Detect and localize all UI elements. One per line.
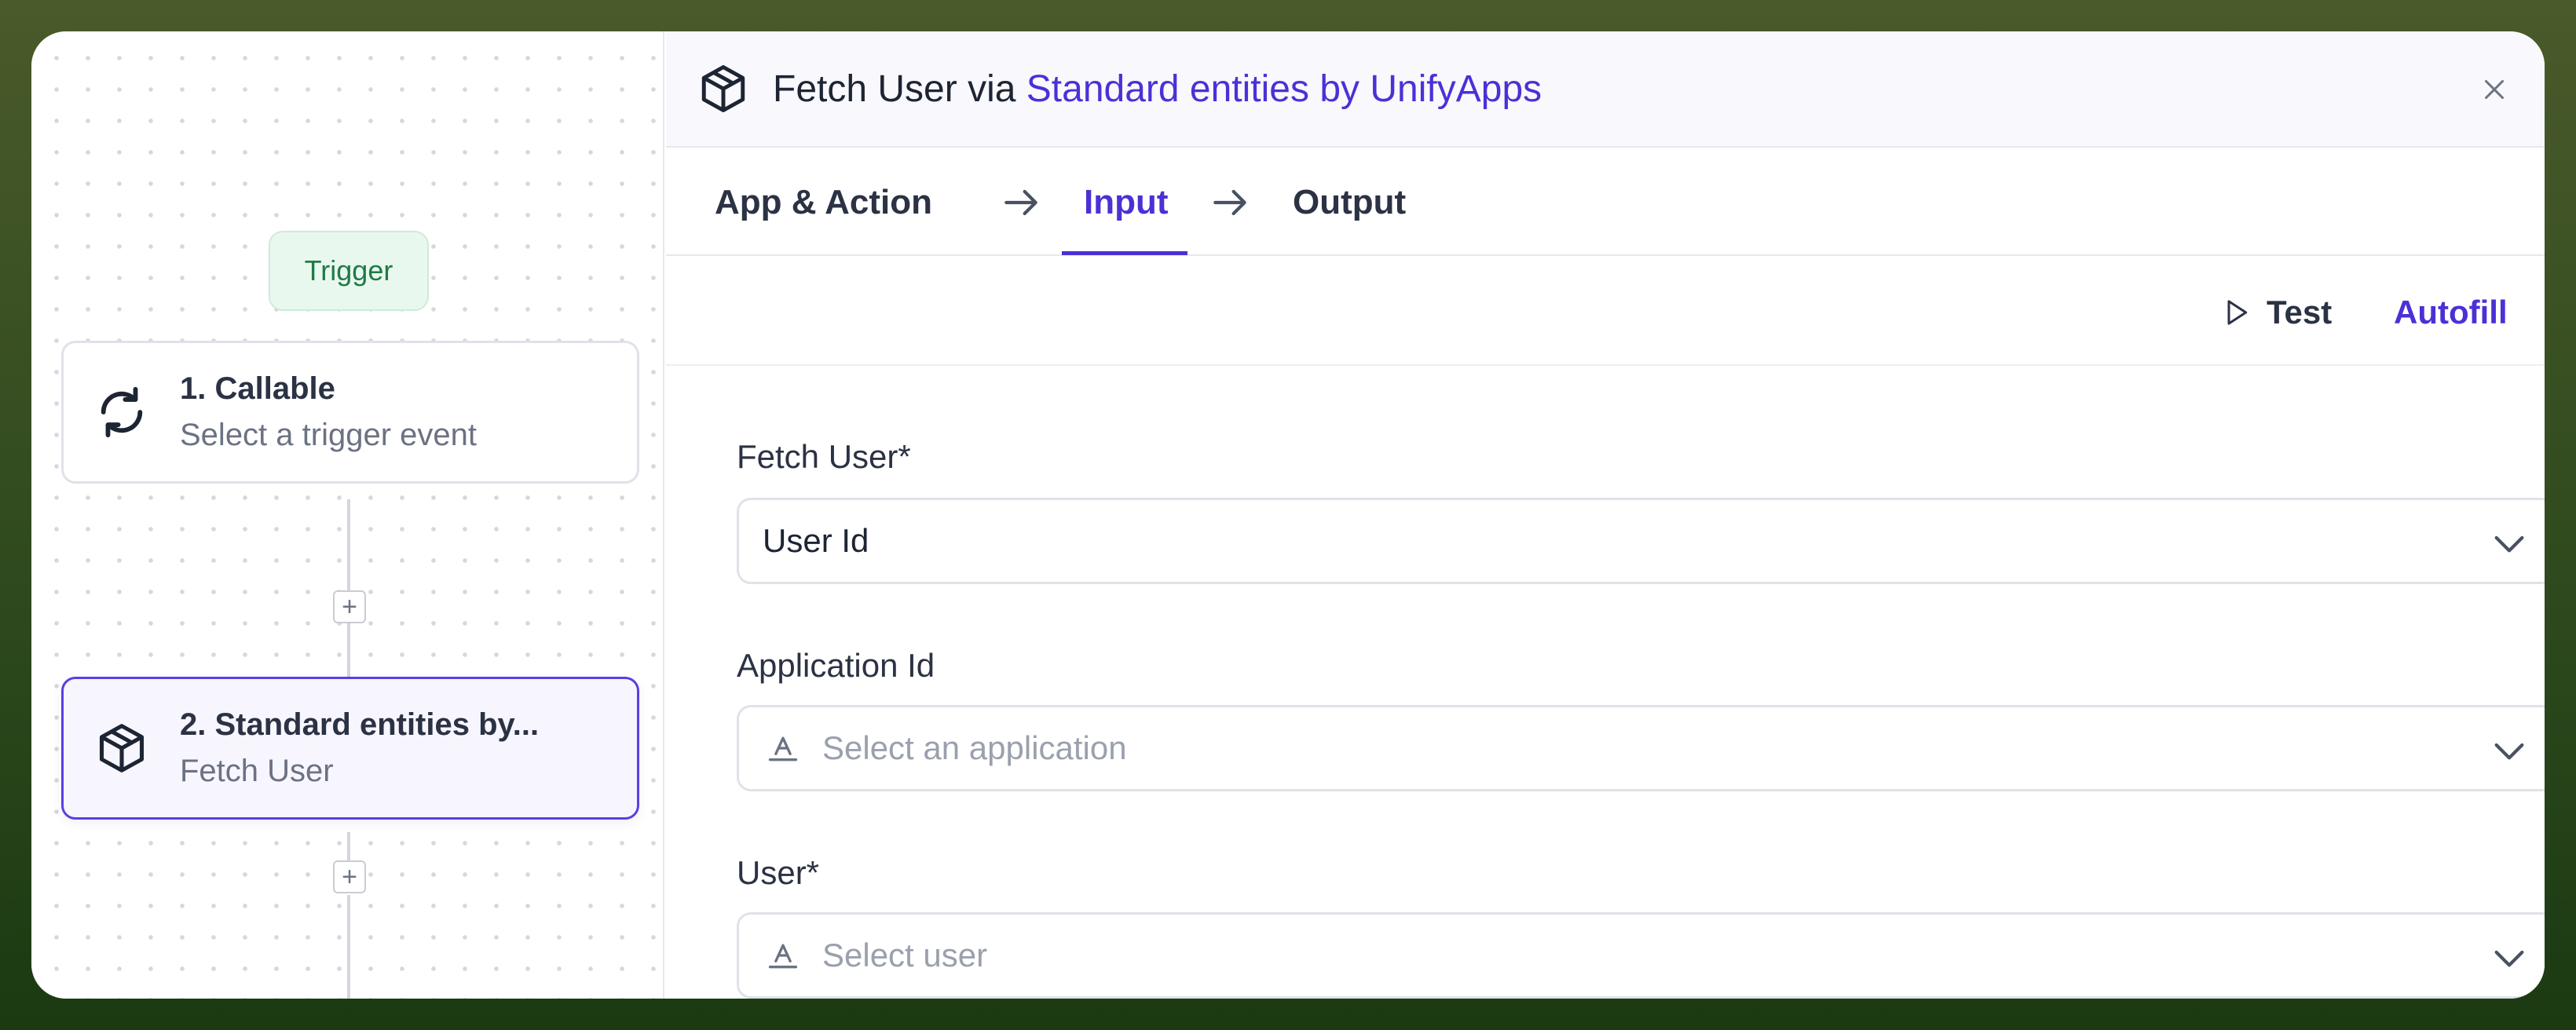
panel-title-prefix: Fetch User via bbox=[773, 68, 1026, 110]
cube-icon bbox=[90, 717, 153, 780]
tab-label: App & Action bbox=[715, 183, 932, 221]
add-step-button[interactable]: + bbox=[333, 590, 366, 623]
plus-icon: + bbox=[342, 862, 357, 892]
chevron-down-icon bbox=[2494, 743, 2524, 760]
refresh-icon bbox=[90, 381, 153, 444]
step-subtitle: Select a trigger event bbox=[180, 418, 477, 452]
tab-label: Input bbox=[1084, 183, 1169, 221]
select-placeholder: Select user bbox=[822, 937, 988, 973]
step-connector bbox=[347, 499, 350, 590]
arrow-right-icon bbox=[1213, 189, 1246, 216]
workflow-canvas[interactable]: Trigger 1. Callable Select a trigger eve… bbox=[31, 31, 664, 999]
application-id-select[interactable]: Select an application bbox=[737, 705, 2545, 791]
workflow-step-standard-entities[interactable]: 2. Standard entities by... Fetch User bbox=[61, 677, 639, 820]
wizard-tabs: App & Action Input Output bbox=[666, 149, 2545, 256]
text-type-icon bbox=[766, 938, 800, 973]
panel-header: Fetch User via Standard entities by Unif… bbox=[666, 31, 2545, 148]
trigger-badge: Trigger bbox=[269, 231, 429, 311]
tab-input[interactable]: Input bbox=[1084, 149, 1169, 256]
step-connector bbox=[347, 895, 350, 999]
step-title: 1. Callable bbox=[180, 371, 335, 406]
select-placeholder: Select an application bbox=[822, 729, 1127, 766]
app-window: Trigger 1. Callable Select a trigger eve… bbox=[31, 31, 2545, 999]
cube-icon bbox=[696, 61, 751, 116]
tab-label: Output bbox=[1293, 183, 1407, 221]
text-type-icon bbox=[766, 731, 800, 765]
plus-icon: + bbox=[342, 592, 357, 622]
autofill-label: Autofill bbox=[2394, 294, 2508, 331]
fetch-user-select[interactable]: User Id bbox=[737, 498, 2545, 584]
autofill-button[interactable]: Autofill bbox=[2394, 289, 2508, 336]
tab-app-action[interactable]: App & Action bbox=[715, 149, 932, 256]
test-label: Test bbox=[2267, 294, 2333, 331]
panel-title: Fetch User via Standard entities by Unif… bbox=[773, 68, 1542, 111]
chevron-down-icon bbox=[2494, 950, 2524, 967]
step-title: 2. Standard entities by... bbox=[180, 707, 540, 742]
tab-output[interactable]: Output bbox=[1293, 149, 1406, 256]
step-connector bbox=[347, 832, 350, 860]
play-icon bbox=[2227, 300, 2248, 325]
arrow-right-icon bbox=[1004, 189, 1037, 216]
trigger-label: Trigger bbox=[304, 254, 393, 287]
step-subtitle: Fetch User bbox=[180, 754, 334, 788]
active-tab-indicator bbox=[1062, 251, 1187, 255]
field-label-fetch-user: Fetch User* bbox=[737, 438, 911, 475]
field-label-user: User* bbox=[737, 854, 820, 891]
user-select[interactable]: Select user bbox=[737, 912, 2545, 999]
close-button[interactable] bbox=[2471, 66, 2518, 113]
close-icon bbox=[2485, 80, 2504, 99]
select-value: User Id bbox=[763, 522, 869, 559]
step-config-panel: Fetch User via Standard entities by Unif… bbox=[666, 31, 2545, 999]
field-label-application-id: Application Id bbox=[737, 647, 935, 684]
connector-link[interactable]: Standard entities by UnifyApps bbox=[1026, 68, 1542, 110]
add-step-button[interactable]: + bbox=[333, 860, 366, 893]
chevron-down-icon bbox=[2494, 535, 2524, 553]
test-button[interactable]: Test bbox=[2221, 289, 2332, 336]
panel-toolbar: Test Autofill bbox=[666, 258, 2545, 366]
workflow-step-callable[interactable]: 1. Callable Select a trigger event bbox=[61, 341, 639, 484]
